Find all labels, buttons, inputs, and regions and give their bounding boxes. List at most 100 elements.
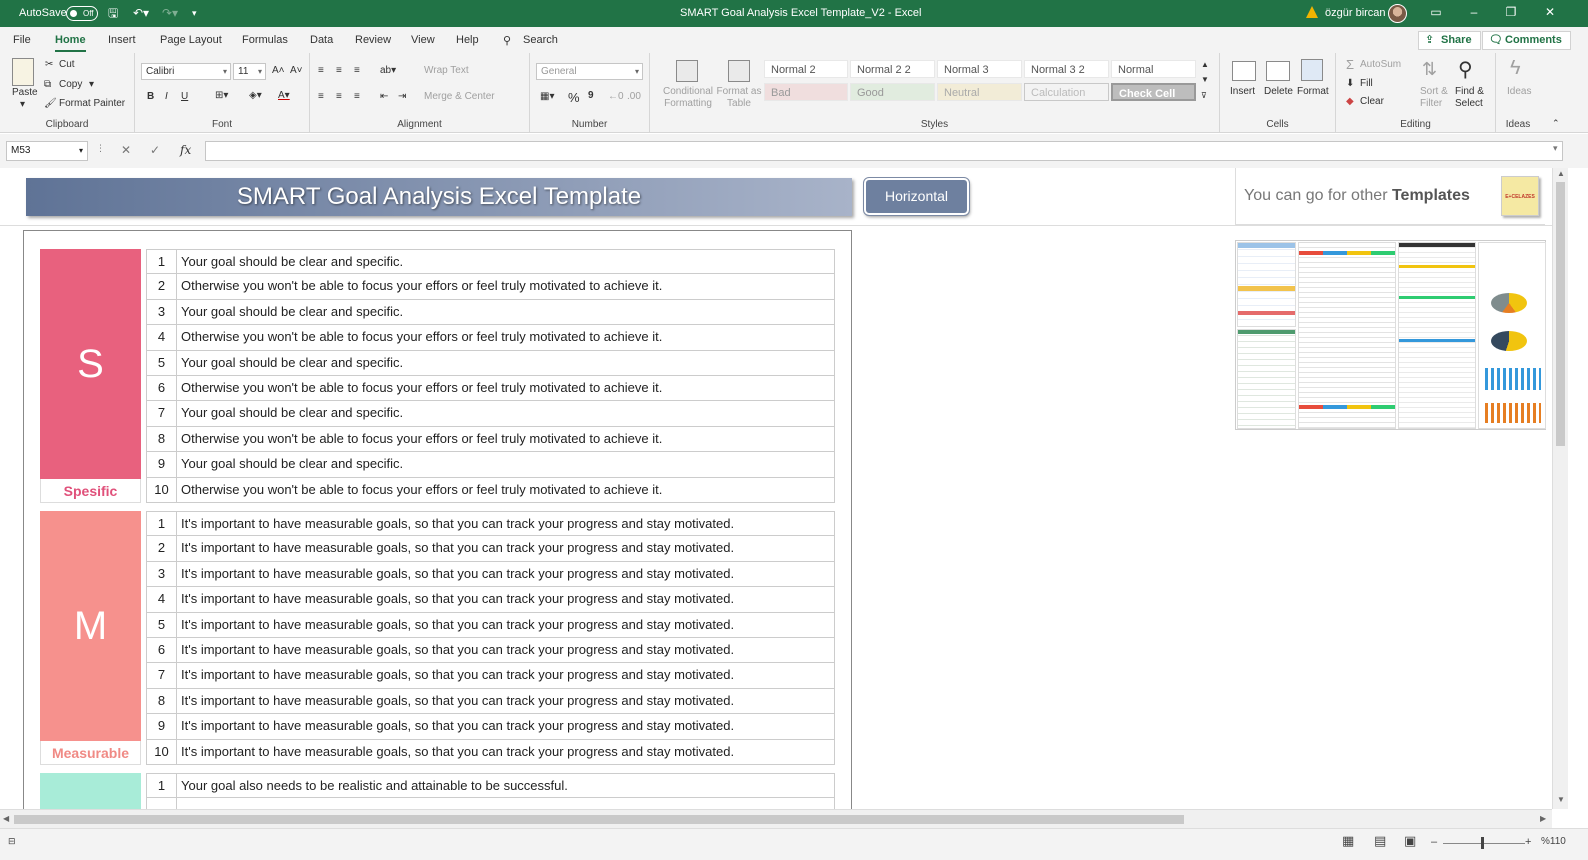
- row-description[interactable]: Otherwise you won't be able to focus you…: [177, 376, 662, 400]
- row-number[interactable]: [147, 798, 177, 809]
- horizontal-button[interactable]: Horizontal: [864, 178, 969, 215]
- template-thumbnail-4[interactable]: [1398, 242, 1476, 429]
- style-normal-3-2[interactable]: Normal 3 2: [1024, 60, 1109, 78]
- orientation-icon[interactable]: ab▾: [380, 65, 396, 76]
- format-as-table-button[interactable]: Format as Table: [716, 86, 762, 110]
- align-top-icon[interactable]: ≡: [318, 65, 324, 76]
- template-thumbnail-2[interactable]: [1237, 329, 1296, 429]
- formula-input[interactable]: [205, 141, 1563, 161]
- row-number[interactable]: 5: [147, 351, 177, 375]
- search-icon[interactable]: ⚲: [503, 34, 511, 47]
- row-number[interactable]: 4: [147, 587, 177, 611]
- other-templates-box[interactable]: You can go for other Templates E+CELAZES: [1235, 168, 1545, 225]
- table-row[interactable]: 3Your goal should be clear and specific.: [146, 300, 835, 325]
- table-row[interactable]: 6Otherwise you won't be able to focus yo…: [146, 376, 835, 401]
- table-row[interactable]: 9It's important to have measurable goals…: [146, 714, 835, 739]
- tab-view[interactable]: View: [411, 34, 435, 46]
- tab-help[interactable]: Help: [456, 34, 479, 46]
- row-description[interactable]: It's important to have measurable goals,…: [177, 663, 734, 687]
- row-number[interactable]: 1: [147, 250, 177, 273]
- align-bottom-icon[interactable]: ≡: [354, 65, 360, 76]
- row-number[interactable]: 5: [147, 613, 177, 637]
- row-number[interactable]: 10: [147, 740, 177, 764]
- style-normal-2-2[interactable]: Normal 2 2: [850, 60, 935, 78]
- tab-data[interactable]: Data: [310, 34, 333, 46]
- template-thumbnail-5[interactable]: [1478, 242, 1546, 429]
- styles-scroll-down-icon[interactable]: ▼: [1201, 75, 1209, 84]
- table-row[interactable]: 9Your goal should be clear and specific.: [146, 452, 835, 477]
- row-description[interactable]: It's important to have measurable goals,…: [177, 587, 734, 611]
- increase-indent-icon[interactable]: ⇥: [398, 91, 406, 102]
- row-number[interactable]: 6: [147, 376, 177, 400]
- normal-view-icon[interactable]: ▦: [1342, 833, 1354, 849]
- increase-font-icon[interactable]: A˄: [272, 65, 285, 76]
- template-thumbnail-1[interactable]: [1237, 242, 1296, 327]
- row-number[interactable]: 8: [147, 427, 177, 451]
- number-format-select[interactable]: General: [536, 63, 643, 80]
- tab-file[interactable]: File: [13, 34, 31, 46]
- table-row[interactable]: 4Otherwise you won't be able to focus yo…: [146, 325, 835, 350]
- warning-icon[interactable]: [1306, 6, 1318, 18]
- styles-scroll-up-icon[interactable]: ▲: [1201, 60, 1209, 69]
- search-box[interactable]: Search: [523, 34, 558, 46]
- row-number[interactable]: 9: [147, 452, 177, 476]
- table-row[interactable]: 7Your goal should be clear and specific.: [146, 401, 835, 426]
- row-number[interactable]: 2: [147, 274, 177, 298]
- row-description[interactable]: Your goal should be clear and specific.: [177, 401, 403, 425]
- conditional-formatting-button[interactable]: Conditional Formatting: [660, 86, 716, 110]
- zoom-slider[interactable]: [1443, 843, 1525, 844]
- align-right-icon[interactable]: ≡: [354, 91, 360, 102]
- template-thumbnail-3[interactable]: [1298, 242, 1396, 429]
- style-neutral[interactable]: Neutral: [937, 83, 1022, 101]
- style-normal[interactable]: Normal: [1111, 60, 1196, 78]
- paste-dropdown-icon[interactable]: ▾: [20, 99, 25, 110]
- wrap-text-button[interactable]: Wrap Text: [424, 65, 469, 76]
- style-normal-2[interactable]: Normal 2: [764, 60, 848, 78]
- row-description[interactable]: Your goal should be clear and specific.: [177, 452, 403, 476]
- bold-icon[interactable]: B: [147, 91, 154, 102]
- cancel-entry-icon[interactable]: ✕: [121, 143, 131, 157]
- table-row[interactable]: 10It's important to have measurable goal…: [146, 740, 835, 765]
- confirm-entry-icon[interactable]: ✓: [150, 143, 160, 157]
- row-number[interactable]: 3: [147, 300, 177, 324]
- other-templates-text[interactable]: You can go for other Templates: [1244, 187, 1470, 205]
- insert-button[interactable]: Insert: [1230, 86, 1255, 97]
- style-calculation[interactable]: Calculation: [1024, 83, 1109, 101]
- table-row[interactable]: 10Otherwise you won't be able to focus y…: [146, 478, 835, 503]
- row-number[interactable]: 3: [147, 562, 177, 586]
- increase-decimal-icon[interactable]: ←0: [608, 91, 624, 102]
- customize-quick-access-icon[interactable]: ▾: [192, 6, 197, 20]
- row-number[interactable]: 2: [147, 536, 177, 560]
- share-button[interactable]: ⇪Share: [1418, 31, 1481, 50]
- copy-dropdown-icon[interactable]: ▾: [89, 79, 94, 90]
- expand-formula-bar-icon[interactable]: ▾: [1553, 143, 1558, 154]
- table-row[interactable]: [146, 798, 835, 809]
- zoom-slider-handle[interactable]: [1481, 837, 1484, 849]
- font-size-select[interactable]: 11: [233, 63, 266, 80]
- font-color-icon[interactable]: A▾: [278, 90, 290, 101]
- fill-button[interactable]: Fill: [1360, 78, 1373, 89]
- table-row[interactable]: 2Otherwise you won't be able to focus yo…: [146, 274, 835, 299]
- row-number[interactable]: 1: [147, 512, 177, 535]
- ideas-button[interactable]: Ideas: [1507, 86, 1531, 97]
- templates-preview[interactable]: [1235, 240, 1546, 430]
- style-bad[interactable]: Bad: [764, 83, 848, 101]
- percent-icon[interactable]: %: [568, 90, 580, 105]
- table-row[interactable]: 5It's important to have measurable goals…: [146, 613, 835, 638]
- table-row[interactable]: 3It's important to have measurable goals…: [146, 562, 835, 587]
- tab-formulas[interactable]: Formulas: [242, 34, 288, 46]
- row-description[interactable]: Your goal should be clear and specific.: [177, 250, 403, 273]
- underline-icon[interactable]: U: [181, 91, 188, 102]
- zoom-level[interactable]: %110: [1541, 836, 1566, 847]
- row-description[interactable]: Your goal should be clear and specific.: [177, 351, 403, 375]
- row-number[interactable]: 1: [147, 774, 177, 797]
- row-description[interactable]: [177, 798, 181, 809]
- undo-icon[interactable]: ↶▾: [133, 6, 149, 20]
- styles-more-icon[interactable]: ⊽: [1201, 91, 1207, 100]
- align-left-icon[interactable]: ≡: [318, 91, 324, 102]
- scroll-down-icon[interactable]: ▼: [1557, 795, 1565, 804]
- avatar[interactable]: [1388, 4, 1407, 23]
- zoom-in-icon[interactable]: +: [1525, 836, 1531, 848]
- scroll-left-icon[interactable]: ◀: [3, 814, 9, 823]
- row-description[interactable]: It's important to have measurable goals,…: [177, 536, 734, 560]
